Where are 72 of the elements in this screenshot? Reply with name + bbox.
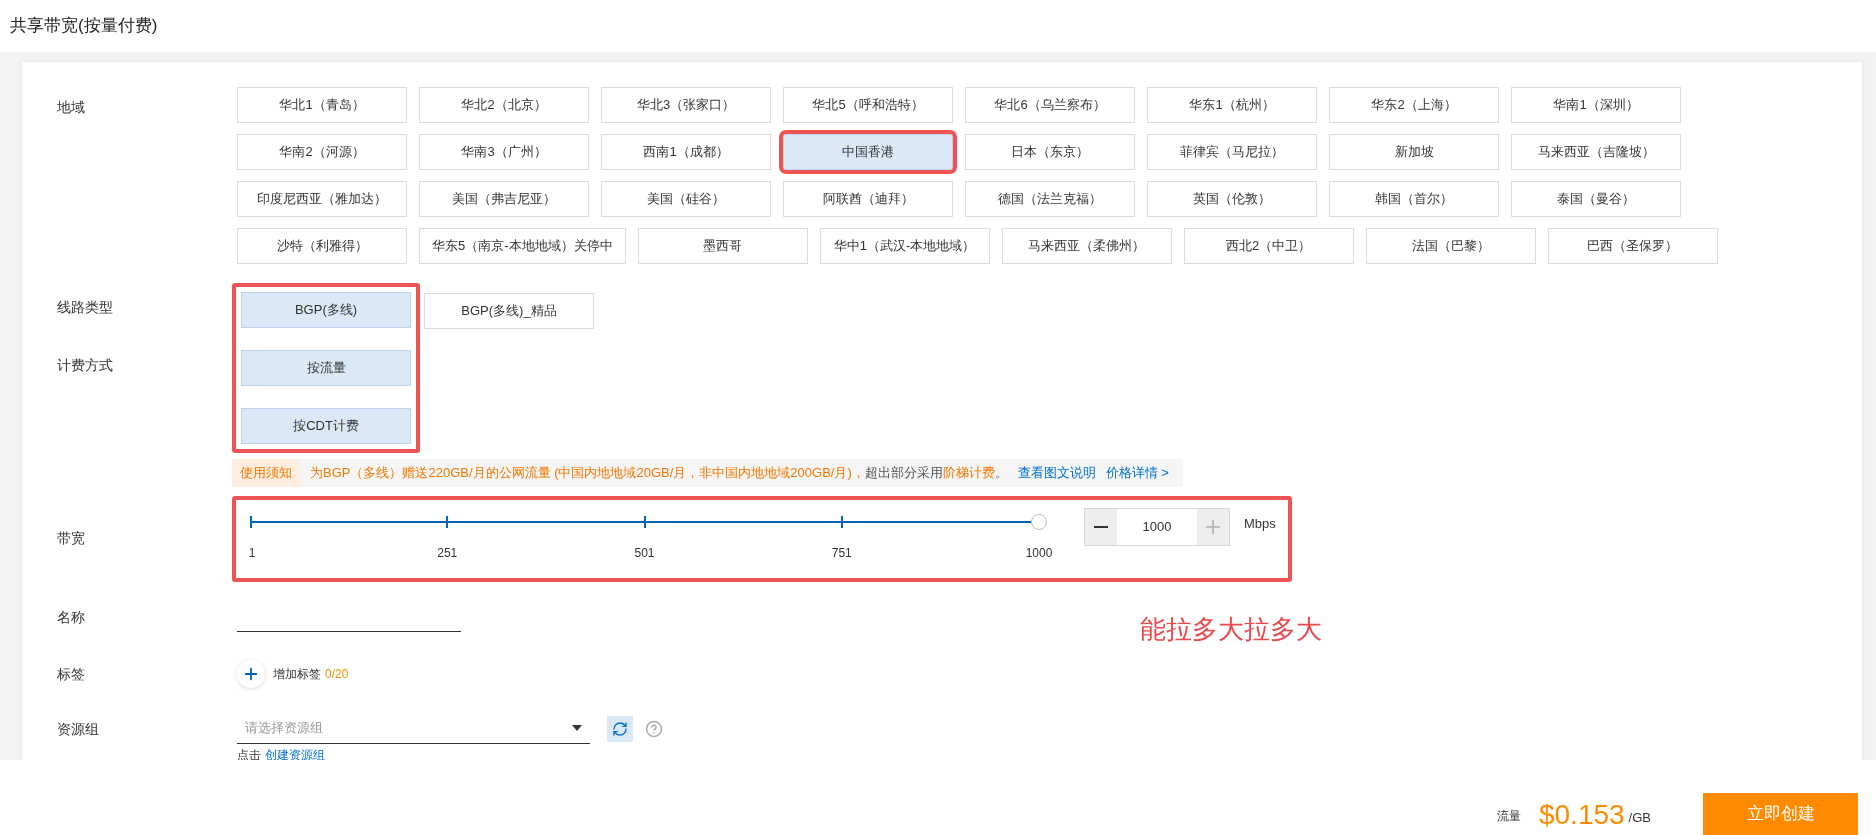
- option-button[interactable]: 华北1（青岛）: [237, 87, 407, 123]
- option-button[interactable]: 墨西哥: [637, 228, 808, 264]
- slider-thumb[interactable]: [1031, 513, 1047, 530]
- option-button[interactable]: 菲律宾（马尼拉）: [1147, 134, 1317, 170]
- notice-text: 为BGP（多线）赠送220GB/月的公网流量 (中国内地地域20GB/月，非中国内地地域200GB/月)，超出部分采用阶梯计费。: [310, 464, 1008, 482]
- option-button[interactable]: 华中1（武汉-本地地域）: [819, 228, 990, 264]
- option-button[interactable]: 中国香港: [783, 134, 953, 170]
- field-label: 标签: [57, 665, 85, 682]
- option-button[interactable]: 日本（东京）: [965, 134, 1135, 170]
- tick-label: 251: [437, 544, 458, 562]
- field-label: 资源组: [57, 720, 99, 737]
- option-button[interactable]: 按流量: [241, 350, 411, 386]
- option-button[interactable]: BGP(多线)_精品: [424, 293, 594, 329]
- field-label: 名称: [57, 608, 85, 625]
- option-button[interactable]: 泰国（曼谷）: [1511, 181, 1681, 217]
- notice-link[interactable]: 价格详情 >: [1105, 463, 1169, 483]
- notice-link[interactable]: 查看图文说明: [1017, 463, 1096, 483]
- option-button[interactable]: 华东5（南京-本地地域）关停中: [419, 228, 626, 264]
- tick-label: 501: [634, 544, 655, 562]
- option-button[interactable]: 阿联酋（迪拜）: [783, 181, 953, 217]
- plus-icon: [1206, 519, 1220, 534]
- price: $0.153: [1538, 801, 1625, 829]
- option-button[interactable]: 华北5（呼和浩特）: [783, 87, 953, 123]
- annotation-text: 能拉多大拉多大: [1140, 613, 1322, 646]
- field-label: 带宽: [57, 529, 85, 548]
- option-button[interactable]: 韩国（首尔）: [1329, 181, 1499, 217]
- price-unit: /GB: [1628, 808, 1651, 827]
- tick-label: 1: [248, 544, 256, 562]
- option-button[interactable]: 美国（弗吉尼亚）: [419, 181, 589, 217]
- hint-text: 点击: [237, 746, 261, 760]
- tag-count: 0/20: [325, 665, 349, 683]
- field-label: 地域: [57, 99, 85, 115]
- add-tag-button[interactable]: [237, 659, 265, 688]
- option-button[interactable]: 华东2（上海）: [1329, 87, 1499, 123]
- minus-icon: [1094, 525, 1108, 528]
- option-button[interactable]: 华北3（张家口）: [601, 87, 771, 123]
- page-title: 共享带宽(按量付费): [10, 15, 158, 38]
- option-button[interactable]: 华南1（深圳）: [1511, 87, 1681, 123]
- field-label: 计费方式: [57, 355, 113, 375]
- option-button[interactable]: 沙特（利雅得）: [237, 228, 407, 264]
- bandwidth-stepper[interactable]: 1000: [1084, 507, 1230, 546]
- option-button[interactable]: 新加坡: [1329, 134, 1499, 170]
- notice-tag: 使用须知: [232, 459, 300, 487]
- option-button[interactable]: 按CDT计费: [241, 408, 411, 444]
- option-button[interactable]: 马来西亚（柔佛州）: [1001, 228, 1172, 264]
- tick-label: 1000: [1025, 544, 1053, 562]
- option-button[interactable]: 英国（伦敦）: [1147, 181, 1317, 217]
- option-button[interactable]: 华南2（河源）: [237, 134, 407, 170]
- refresh-icon: [612, 720, 628, 737]
- option-button[interactable]: 华北2（北京）: [419, 87, 589, 123]
- option-button[interactable]: 西南1（成都）: [601, 134, 771, 170]
- option-button[interactable]: 印度尼西亚（雅加达）: [237, 181, 407, 217]
- unit-label: Mbps: [1244, 514, 1276, 533]
- option-button[interactable]: 德国（法兰克福）: [965, 181, 1135, 217]
- option-button[interactable]: 华南3（广州）: [419, 134, 589, 170]
- option-button[interactable]: 华东1（杭州）: [1147, 87, 1317, 123]
- option-button[interactable]: 华北6（乌兰察布）: [965, 87, 1135, 123]
- tick-label: 751: [831, 544, 852, 562]
- refresh-button[interactable]: [607, 715, 633, 742]
- create-resource-group-link[interactable]: 创建资源组: [265, 745, 325, 760]
- bandwidth-input[interactable]: 1000: [1117, 508, 1197, 545]
- option-button[interactable]: 美国（硅谷）: [601, 181, 771, 217]
- option-button[interactable]: 法国（巴黎）: [1365, 228, 1536, 264]
- option-button[interactable]: 巴西（圣保罗）: [1547, 228, 1718, 264]
- caret-icon: [572, 725, 582, 731]
- decrement-button[interactable]: [1085, 508, 1117, 545]
- price-label: 流量: [1496, 808, 1521, 825]
- option-button[interactable]: BGP(多线): [241, 292, 411, 328]
- option-button[interactable]: 西北2（中卫）: [1183, 228, 1354, 264]
- field-label: 线路类型: [57, 297, 113, 317]
- add-tag-text: 增加标签: [273, 665, 321, 683]
- option-button[interactable]: 马来西亚（吉隆坡）: [1511, 134, 1681, 170]
